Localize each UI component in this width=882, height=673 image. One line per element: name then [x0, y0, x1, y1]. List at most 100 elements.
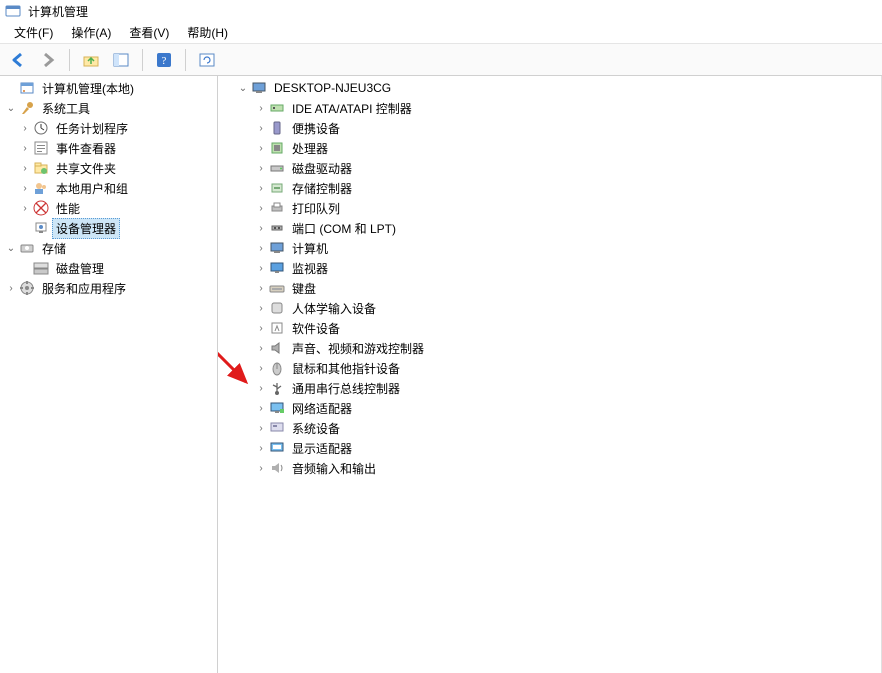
tree-local-users[interactable]: › 本地用户和组	[0, 178, 217, 198]
expand-icon[interactable]: ›	[254, 123, 268, 134]
up-button[interactable]	[79, 48, 103, 72]
device-root-label: DESKTOP-NJEU3CG	[270, 79, 395, 97]
computer-node-icon	[268, 240, 286, 256]
cat-print-queues[interactable]: › 打印队列	[218, 198, 881, 218]
device-manager-icon	[32, 220, 50, 236]
collapse-icon[interactable]: ⌄	[236, 83, 250, 94]
expand-icon[interactable]: ›	[18, 163, 32, 174]
tree-shared-folders[interactable]: › 共享文件夹	[0, 158, 217, 178]
tree-item-label: 存储	[38, 238, 70, 259]
expand-icon[interactable]: ›	[254, 443, 268, 454]
help-button[interactable]	[152, 48, 176, 72]
keyboard-icon	[268, 280, 286, 296]
tree-item-label: 计算机管理(本地)	[38, 78, 138, 99]
expand-icon[interactable]: ›	[18, 183, 32, 194]
expand-icon[interactable]: ›	[254, 383, 268, 394]
category-label: 显示适配器	[288, 438, 356, 459]
cat-audio-io[interactable]: › 音频输入和输出	[218, 458, 881, 478]
cat-processors[interactable]: › 处理器	[218, 138, 881, 158]
network-adapter-icon	[268, 400, 286, 416]
processor-icon	[268, 140, 286, 156]
category-label: 通用串行总线控制器	[288, 378, 404, 399]
port-icon	[268, 220, 286, 236]
expand-icon[interactable]: ›	[254, 103, 268, 114]
expand-icon[interactable]: ›	[18, 123, 32, 134]
sound-icon	[268, 340, 286, 356]
expand-icon[interactable]: ›	[254, 223, 268, 234]
cat-mice[interactable]: › 鼠标和其他指针设备	[218, 358, 881, 378]
expand-icon[interactable]: ›	[254, 463, 268, 474]
cat-disk-drives[interactable]: › 磁盘驱动器	[218, 158, 881, 178]
tree-item-label: 事件查看器	[52, 138, 120, 159]
tools-icon	[18, 100, 36, 116]
cat-usb[interactable]: › 通用串行总线控制器	[218, 378, 881, 398]
performance-icon	[32, 200, 50, 216]
menu-help[interactable]: 帮助(H)	[179, 22, 236, 43]
expand-icon[interactable]: ›	[254, 323, 268, 334]
cat-storage-controllers[interactable]: › 存储控制器	[218, 178, 881, 198]
cat-monitors[interactable]: › 监视器	[218, 258, 881, 278]
cat-keyboards[interactable]: › 键盘	[218, 278, 881, 298]
tree-device-manager[interactable]: › 设备管理器	[0, 218, 217, 238]
category-label: 键盘	[288, 278, 320, 299]
cat-system[interactable]: › 系统设备	[218, 418, 881, 438]
storage-icon	[18, 240, 36, 256]
expand-icon[interactable]: ›	[4, 283, 18, 294]
device-root[interactable]: ⌄ DESKTOP-NJEU3CG	[218, 78, 881, 98]
system-device-icon	[268, 420, 286, 436]
expand-icon[interactable]: ›	[254, 163, 268, 174]
expand-icon[interactable]: ›	[254, 403, 268, 414]
expand-icon[interactable]: ›	[254, 263, 268, 274]
expand-icon[interactable]: ›	[254, 243, 268, 254]
category-label: 软件设备	[288, 318, 344, 339]
expand-icon[interactable]: ›	[254, 303, 268, 314]
expand-icon[interactable]: ›	[254, 283, 268, 294]
cat-computer[interactable]: › 计算机	[218, 238, 881, 258]
tree-root[interactable]: ▾ 计算机管理(本地)	[0, 78, 217, 98]
toolbar-separator	[185, 49, 186, 71]
expand-icon[interactable]: ›	[254, 343, 268, 354]
menu-action[interactable]: 操作(A)	[63, 22, 119, 43]
cat-ide[interactable]: › IDE ATA/ATAPI 控制器	[218, 98, 881, 118]
back-button[interactable]	[6, 48, 30, 72]
toggle-tree-button[interactable]	[109, 48, 133, 72]
cat-software[interactable]: › 软件设备	[218, 318, 881, 338]
mouse-icon	[268, 360, 286, 376]
hid-icon	[268, 300, 286, 316]
tree-system-tools[interactable]: ⌄ 系统工具	[0, 98, 217, 118]
tree-disk-management[interactable]: › 磁盘管理	[0, 258, 217, 278]
collapse-icon[interactable]: ⌄	[4, 103, 18, 114]
expand-icon[interactable]: ›	[254, 143, 268, 154]
toolbar	[0, 44, 882, 76]
menu-file[interactable]: 文件(F)	[6, 22, 61, 43]
expand-icon[interactable]: ›	[254, 363, 268, 374]
printer-icon	[268, 200, 286, 216]
app-icon	[4, 3, 22, 19]
tree-event-viewer[interactable]: › 事件查看器	[0, 138, 217, 158]
cat-hid[interactable]: › 人体学输入设备	[218, 298, 881, 318]
category-label: 鼠标和其他指针设备	[288, 358, 404, 379]
cat-network[interactable]: › 网络适配器	[218, 398, 881, 418]
expand-icon[interactable]: ›	[254, 203, 268, 214]
expand-icon[interactable]: ›	[254, 183, 268, 194]
expand-icon[interactable]: ›	[254, 423, 268, 434]
menu-view[interactable]: 查看(V)	[121, 22, 177, 43]
tree-storage[interactable]: ⌄ 存储	[0, 238, 217, 258]
expand-icon[interactable]: ›	[18, 203, 32, 214]
tree-performance[interactable]: › 性能	[0, 198, 217, 218]
collapse-icon[interactable]: ⌄	[4, 243, 18, 254]
management-icon	[18, 80, 36, 96]
cat-ports[interactable]: › 端口 (COM 和 LPT)	[218, 218, 881, 238]
tree-task-scheduler[interactable]: › 任务计划程序	[0, 118, 217, 138]
category-label: 网络适配器	[288, 398, 356, 419]
cat-portable[interactable]: › 便携设备	[218, 118, 881, 138]
cat-display[interactable]: › 显示适配器	[218, 438, 881, 458]
cat-sound[interactable]: › 声音、视频和游戏控制器	[218, 338, 881, 358]
expand-icon[interactable]: ›	[18, 143, 32, 154]
disk-drive-icon	[268, 160, 286, 176]
tree-services-apps[interactable]: › 服务和应用程序	[0, 278, 217, 298]
forward-button[interactable]	[36, 48, 60, 72]
services-icon	[18, 280, 36, 296]
category-label: 存储控制器	[288, 178, 356, 199]
view-button[interactable]	[195, 48, 219, 72]
